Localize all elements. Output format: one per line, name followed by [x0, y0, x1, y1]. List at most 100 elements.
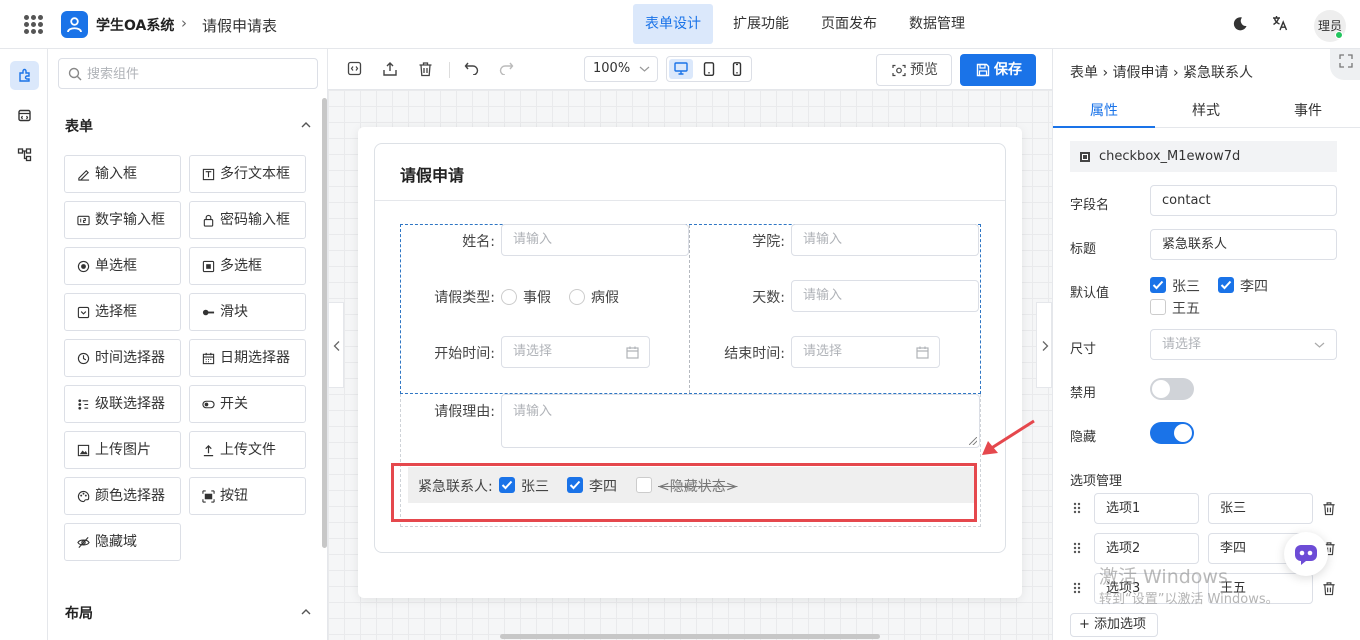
disabled-toggle[interactable] — [1150, 378, 1194, 400]
component-button[interactable]: 多选框 — [189, 247, 306, 285]
delete-option-icon[interactable] — [1322, 581, 1336, 596]
tablet-view-button[interactable] — [697, 59, 721, 79]
component-button[interactable]: 输入框 — [64, 155, 181, 193]
preview-button[interactable]: 预览 — [876, 54, 952, 86]
option-value-input[interactable]: 张三 — [1208, 493, 1313, 524]
fullscreen-button[interactable] — [1330, 49, 1360, 80]
app-grid-icon[interactable] — [24, 15, 43, 34]
add-option-button[interactable]: + 添加选项 — [1070, 613, 1158, 637]
component-button[interactable]: 滑块 — [189, 293, 306, 331]
chevron-up-icon[interactable] — [300, 119, 312, 131]
translate-icon[interactable] — [1271, 14, 1289, 36]
days-input[interactable]: 请输入 — [791, 280, 979, 312]
chevron-down-icon — [1314, 342, 1325, 348]
search-input[interactable] — [87, 64, 307, 84]
component-button[interactable]: 颜色选择器 — [64, 477, 181, 515]
tab-events[interactable]: 事件 — [1257, 100, 1359, 120]
option-key-input[interactable]: 选项2 — [1094, 533, 1199, 564]
outline-tree-rail-button[interactable] — [10, 140, 39, 169]
moon-icon[interactable] — [1232, 16, 1248, 36]
component-button[interactable]: 单选框 — [64, 247, 181, 285]
radio-personal-leave[interactable]: 事假 — [501, 287, 551, 307]
component-button[interactable]: 密码输入框 — [189, 201, 306, 239]
undo-icon[interactable] — [464, 61, 479, 75]
component-button[interactable]: 上传图片 — [64, 431, 181, 469]
start-time-picker[interactable]: 请选择 — [501, 336, 650, 368]
nav-tab-form-design[interactable]: 表单设计 — [633, 4, 713, 44]
nav-tab-data-management[interactable]: 数据管理 — [897, 4, 977, 44]
college-input[interactable]: 请输入 — [791, 224, 979, 256]
title-input[interactable]: 紧急联系人 — [1150, 229, 1337, 260]
chevron-left-icon — [333, 341, 340, 351]
component-button[interactable]: 隐藏域 — [64, 523, 181, 561]
component-button[interactable]: 级联选择器 — [64, 385, 181, 423]
calendar-icon — [626, 346, 639, 359]
checkbox-icon — [202, 260, 215, 273]
drag-handle-icon[interactable] — [1073, 502, 1081, 514]
cascader-icon — [78, 399, 89, 410]
drag-handle-icon[interactable] — [1073, 542, 1081, 554]
component-button-label: 多行文本框 — [220, 166, 290, 182]
tab-properties[interactable]: 属性 — [1053, 100, 1155, 120]
resize-grip-icon[interactable] — [969, 437, 977, 445]
mobile-view-button[interactable] — [725, 59, 749, 79]
toolbar-divider — [449, 62, 450, 78]
expand-icon — [1339, 54, 1353, 68]
export-icon[interactable] — [382, 61, 398, 77]
section-title-layout: 布局 — [65, 606, 93, 622]
zoom-select[interactable]: 100% — [584, 56, 658, 82]
textarea-icon — [202, 168, 215, 181]
desktop-view-button[interactable] — [669, 59, 693, 79]
component-button[interactable]: 时间选择器 — [64, 339, 181, 377]
end-time-picker[interactable]: 请选择 — [791, 336, 940, 368]
collapse-left-panel-button[interactable] — [328, 302, 344, 388]
breadcrumb-separator: › — [181, 14, 187, 32]
component-button[interactable]: 按钮 — [189, 477, 306, 515]
redo-icon[interactable] — [499, 61, 514, 75]
name-input[interactable]: 请输入 — [501, 224, 689, 256]
delete-option-icon[interactable] — [1322, 501, 1336, 516]
end-time-placeholder: 请选择 — [803, 344, 843, 359]
component-button[interactable]: 上传文件 — [189, 431, 306, 469]
nav-tab-publish[interactable]: 页面发布 — [809, 4, 889, 44]
component-button-label: 单选框 — [95, 258, 137, 274]
component-panel-scrollbar[interactable] — [322, 98, 327, 548]
default-checkbox-lisi[interactable]: 李四 — [1218, 276, 1268, 296]
component-button[interactable]: 日期选择器 — [189, 339, 306, 377]
grid-column-divider — [689, 225, 690, 393]
disabled-label: 禁用 — [1070, 386, 1097, 401]
drag-handle-icon[interactable] — [1073, 582, 1081, 594]
field-name-input[interactable]: contact — [1150, 185, 1337, 216]
app-logo — [61, 11, 88, 38]
component-button[interactable]: 多行文本框 — [189, 155, 306, 193]
tab-style[interactable]: 样式 — [1155, 100, 1257, 120]
components-rail-button[interactable] — [10, 61, 39, 90]
component-button[interactable]: 数字输入框 — [64, 201, 181, 239]
component-button[interactable]: 开关 — [189, 385, 306, 423]
preview-icon — [892, 64, 906, 77]
end-time-label: 结束时间: — [724, 346, 785, 362]
component-search[interactable] — [58, 58, 318, 89]
form-title-divider — [375, 200, 1005, 201]
data-source-rail-button[interactable] — [10, 101, 39, 130]
save-button[interactable]: 保存 — [960, 54, 1036, 86]
selection-breadcrumb: 表单 › 请假申请 › 紧急联系人 — [1070, 65, 1253, 81]
field-name-label: 字段名 — [1070, 198, 1110, 213]
reason-textarea[interactable]: 请输入 — [501, 394, 980, 448]
hidden-toggle[interactable] — [1150, 422, 1194, 444]
default-checkbox-zhangsan[interactable]: 张三 — [1150, 276, 1200, 296]
code-icon[interactable] — [347, 61, 362, 76]
component-button[interactable]: 选择框 — [64, 293, 181, 331]
canvas-horizontal-scrollbar[interactable] — [500, 634, 880, 639]
active-tab-indicator — [1053, 126, 1155, 128]
option-key-input[interactable]: 选项1 — [1094, 493, 1199, 524]
collapse-right-panel-button[interactable] — [1036, 302, 1052, 388]
default-checkbox-wangwu[interactable]: 王五 — [1150, 298, 1200, 318]
component-id: checkbox_M1ewow7d — [1099, 149, 1241, 164]
radio-sick-leave[interactable]: 病假 — [569, 287, 619, 307]
chevron-up-icon[interactable] — [300, 606, 312, 618]
delete-icon[interactable] — [418, 61, 433, 77]
size-select[interactable]: 请选择 — [1150, 329, 1337, 360]
nav-tab-extensions[interactable]: 扩展功能 — [721, 4, 801, 44]
ai-assistant-button[interactable] — [1284, 532, 1328, 576]
